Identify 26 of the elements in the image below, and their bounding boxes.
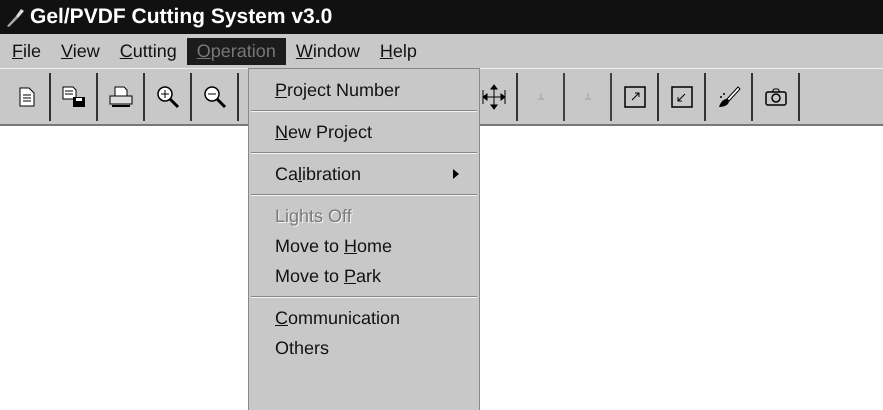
document-disk-icon	[62, 86, 86, 108]
menu-option[interactable]: Move to Home	[249, 231, 479, 261]
zoom-in-icon	[156, 84, 180, 108]
shrink-icon	[670, 86, 692, 108]
window-title: Gel/PVDF Cutting System v3.0	[30, 5, 332, 29]
move-arrows-icon	[482, 84, 506, 110]
document-icon	[18, 86, 34, 106]
expand-icon	[624, 86, 646, 108]
brush-icon	[716, 84, 740, 108]
menu-item[interactable]: Window	[286, 38, 370, 64]
submenu-arrow-icon	[453, 169, 459, 179]
zoom-out-icon	[202, 84, 226, 108]
printer-icon	[108, 86, 132, 108]
pen-icon	[4, 6, 26, 28]
menu-option[interactable]: Calibration	[249, 159, 479, 189]
menu-item[interactable]: File	[2, 38, 52, 64]
menu-option[interactable]: Move to Park	[249, 261, 479, 291]
camera-icon	[764, 88, 786, 106]
menu-item[interactable]: Cutting	[110, 38, 187, 64]
menu-option[interactable]: New Project	[249, 117, 479, 147]
menu-item[interactable]: Operation	[186, 38, 286, 64]
menu-option[interactable]: Communication	[249, 303, 479, 333]
menu-option[interactable]: Project Number	[249, 75, 479, 105]
menu-option[interactable]: Others	[249, 333, 479, 363]
menu-item[interactable]: View	[51, 38, 110, 64]
menu-item[interactable]: Help	[370, 38, 427, 64]
